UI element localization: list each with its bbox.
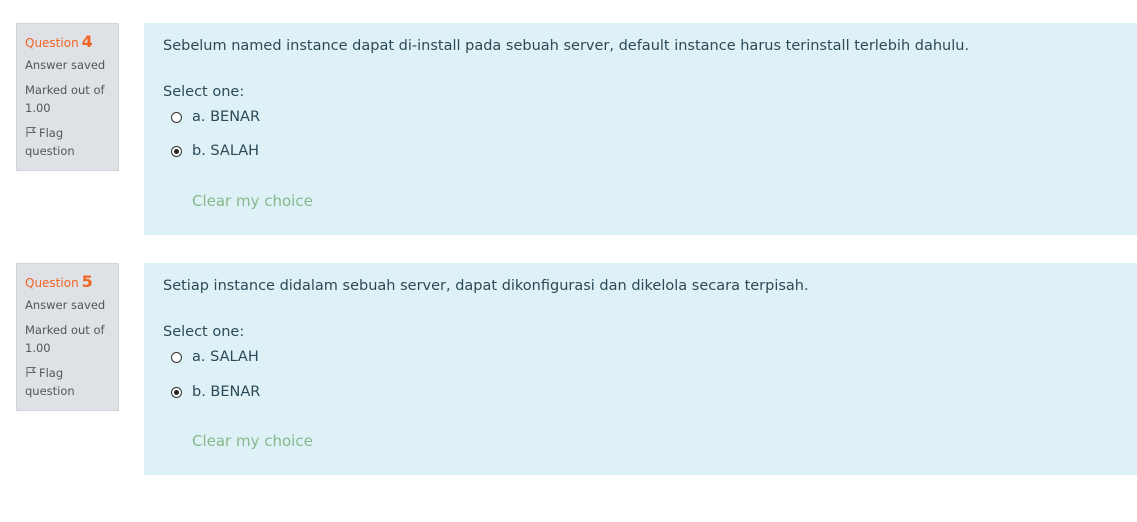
- question-content: Sebelum named instance dapat di-install …: [144, 23, 1137, 235]
- question-grade: Marked out of 1.00: [25, 323, 105, 355]
- answer-option-a[interactable]: a. SALAH: [171, 347, 259, 367]
- question-state: Answer saved: [25, 298, 106, 312]
- question-text: Sebelum named instance dapat di-install …: [163, 38, 970, 54]
- question-state: Answer saved: [25, 58, 106, 72]
- clear-my-choice-link[interactable]: Clear my choice: [192, 432, 313, 450]
- radio-button-b[interactable]: [171, 386, 182, 398]
- flag-question-link[interactable]: Flag question: [25, 124, 110, 160]
- flag-icon: [25, 365, 37, 377]
- answer-option-label: a. BENAR: [192, 109, 261, 125]
- question-grade: Marked out of 1.00: [25, 83, 105, 115]
- clear-my-choice-link[interactable]: Clear my choice: [192, 192, 313, 210]
- question-number: Question 4: [25, 33, 110, 53]
- select-one-prompt: Select one:: [163, 84, 245, 100]
- question-content: Setiap instance didalam sebuah server, d…: [144, 263, 1137, 475]
- question-number-value: 4: [81, 32, 93, 51]
- radio-button-b[interactable]: [171, 145, 182, 157]
- question-number: Question 5: [25, 273, 110, 293]
- question-label: Question: [25, 36, 79, 50]
- answer-option-b[interactable]: b. SALAH: [171, 141, 259, 161]
- answer-option-label: a. SALAH: [192, 349, 259, 365]
- select-one-prompt: Select one:: [163, 324, 245, 340]
- radio-button-a[interactable]: [171, 111, 182, 123]
- answer-option-b[interactable]: b. BENAR: [171, 382, 260, 402]
- answer-option-label: b. BENAR: [192, 384, 261, 400]
- answer-option-label: b. SALAH: [192, 143, 260, 159]
- answer-option-a[interactable]: a. BENAR: [171, 107, 260, 127]
- flag-question-link[interactable]: Flag question: [25, 364, 110, 400]
- flag-icon: [25, 125, 37, 137]
- question-text: Setiap instance didalam sebuah server, d…: [163, 278, 809, 294]
- question-info-panel: Question 5 Answer saved Marked out of 1.0…: [16, 263, 119, 411]
- question-info-panel: Question 4 Answer saved Marked out of 1.0…: [16, 23, 119, 171]
- question-label: Question: [25, 276, 79, 290]
- radio-button-a[interactable]: [171, 351, 182, 363]
- question-number-value: 5: [81, 272, 93, 291]
